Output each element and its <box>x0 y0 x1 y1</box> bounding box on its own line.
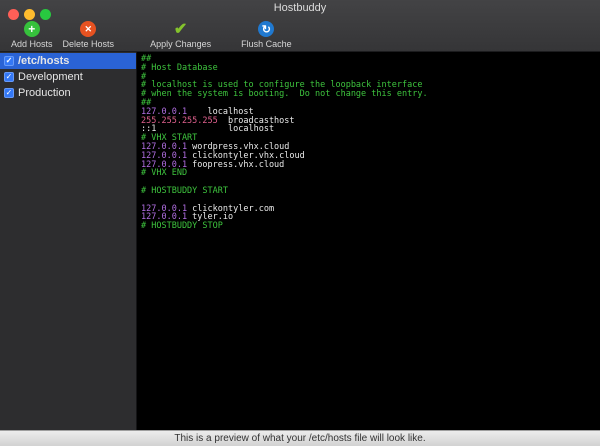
delete-hosts-button[interactable]: ✕ Delete Hosts <box>58 21 120 49</box>
checkmark-icon: ✔ <box>173 21 189 37</box>
sidebar-item-development[interactable]: ✓ Development <box>0 69 136 85</box>
hostbuddy-window: Hostbuddy + Add Hosts ✕ Delete Hosts ✔ Apply … <box>0 0 600 446</box>
minimize-window-button[interactable] <box>24 9 35 20</box>
sidebar-item-etc-hosts[interactable]: ✓ /etc/hosts <box>0 53 136 69</box>
main-area: ✓ /etc/hosts ✓ Development ✓ Production ### H… <box>0 52 600 430</box>
sidebar-item-label: /etc/hosts <box>18 55 69 67</box>
sidebar-item-label: Production <box>18 87 71 99</box>
comment-text: # Host Database <box>141 63 218 73</box>
code-line: # HOSTBUDDY START <box>141 187 600 196</box>
status-bar: This is a preview of what your /etc/host… <box>0 430 600 446</box>
checkbox[interactable]: ✓ <box>4 56 14 66</box>
comment-text: # HOSTBUDDY STOP <box>141 221 223 231</box>
refresh-icon: ↻ <box>258 21 274 37</box>
zoom-window-button[interactable] <box>40 9 51 20</box>
code-line: ::1 localhost <box>141 125 600 134</box>
hostname: foopress.vhx.cloud <box>187 160 284 170</box>
sidebar-item-production[interactable]: ✓ Production <box>0 85 136 101</box>
delete-circle-icon: ✕ <box>80 21 96 37</box>
flush-cache-button[interactable]: ↻ Flush Cache <box>236 21 297 49</box>
hosts-file-preview[interactable]: ### Host Database## localhost is used to… <box>137 52 600 430</box>
toolbar: + Add Hosts ✕ Delete Hosts ✔ Apply Changes ↻ Fl… <box>6 21 297 49</box>
toolbar-button-label: Delete Hosts <box>63 39 115 49</box>
sidebar: ✓ /etc/hosts ✓ Development ✓ Production <box>0 52 137 430</box>
comment-text: # when the system is booting. Do not cha… <box>141 89 428 99</box>
toolbar-button-label: Apply Changes <box>150 39 211 49</box>
titlebar: Hostbuddy + Add Hosts ✕ Delete Hosts ✔ Apply … <box>0 0 600 52</box>
close-window-button[interactable] <box>8 9 19 20</box>
comment-text: # VHX END <box>141 168 187 178</box>
add-circle-icon: + <box>24 21 40 37</box>
apply-changes-button[interactable]: ✔ Apply Changes <box>145 21 216 49</box>
traffic-lights <box>8 9 51 20</box>
add-hosts-button[interactable]: + Add Hosts <box>6 21 58 49</box>
checkbox[interactable]: ✓ <box>4 88 14 98</box>
code-line: # Host Database <box>141 64 600 73</box>
status-text: This is a preview of what your /etc/host… <box>174 433 425 444</box>
sidebar-item-label: Development <box>18 71 83 83</box>
code-line: 127.0.0.1 foopress.vhx.cloud <box>141 161 600 170</box>
window-title: Hostbuddy <box>0 2 600 14</box>
toolbar-button-label: Add Hosts <box>11 39 53 49</box>
comment-text: # HOSTBUDDY START <box>141 186 228 196</box>
code-line: # VHX END <box>141 169 600 178</box>
code-line: # when the system is booting. Do not cha… <box>141 90 600 99</box>
toolbar-button-label: Flush Cache <box>241 39 292 49</box>
checkbox[interactable]: ✓ <box>4 72 14 82</box>
code-line: # HOSTBUDDY STOP <box>141 222 600 231</box>
